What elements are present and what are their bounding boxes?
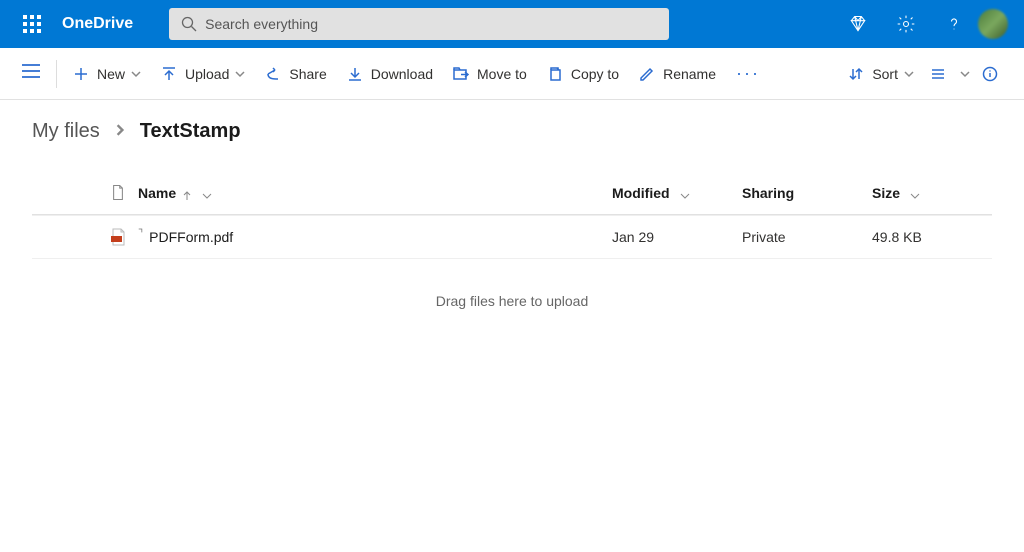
chevron-down-icon [235,69,245,79]
pdf-file-icon [98,228,138,246]
moveto-button[interactable]: Move to [443,58,537,90]
sort-button[interactable]: Sort [838,58,924,90]
copyto-button[interactable]: Copy to [537,58,629,90]
view-options-button[interactable] [924,58,976,90]
settings-icon[interactable] [882,0,930,48]
new-button[interactable]: New [63,58,151,90]
file-sharing: Private [742,229,872,245]
moveto-icon [453,66,469,82]
breadcrumb: My files TextStamp [32,120,992,143]
download-label: Download [371,66,433,82]
table-row[interactable]: ⌝ PDFForm.pdf Jan 29 Private 49.8 KB [32,215,992,259]
new-label: New [97,66,125,82]
app-launcher-icon[interactable] [8,0,56,48]
file-size: 49.8 KB [872,229,992,245]
search-input[interactable]: Search everything [169,8,669,40]
rename-icon [639,66,655,82]
search-icon [181,16,197,32]
new-indicator-icon: ⌝ [138,227,143,240]
breadcrumb-current: TextStamp [140,120,241,143]
sort-ascending-icon [182,188,192,198]
chevron-down-icon [910,188,920,198]
file-name[interactable]: PDFForm.pdf [149,229,233,245]
download-icon [347,66,363,82]
upload-icon [161,66,177,82]
chevron-down-icon [131,69,141,79]
upload-label: Upload [185,66,229,82]
chevron-right-icon [114,123,126,141]
info-button[interactable] [976,58,1012,90]
column-size[interactable]: Size [872,185,992,201]
table-header: Name Modified Sharing Size [32,171,992,215]
drag-hint: Drag files here to upload [32,259,992,343]
sort-label: Sort [872,66,898,82]
upload-button[interactable]: Upload [151,58,255,90]
column-name[interactable]: Name [138,185,612,201]
download-button[interactable]: Download [337,58,443,90]
copyto-label: Copy to [571,66,619,82]
content-area: My files TextStamp Name Modified Sharing [0,100,1024,552]
premium-icon[interactable] [834,0,882,48]
search-placeholder: Search everything [205,16,318,32]
divider [56,60,57,88]
menu-toggle-icon[interactable] [12,63,50,84]
copyto-icon [547,66,563,82]
share-label: Share [289,66,326,82]
chevron-down-icon [904,69,914,79]
chevron-down-icon [202,188,212,198]
column-modified[interactable]: Modified [612,185,742,201]
chevron-down-icon [680,188,690,198]
column-sharing[interactable]: Sharing [742,185,872,201]
brand-label[interactable]: OneDrive [62,15,133,33]
file-type-column-icon[interactable] [98,184,138,201]
plus-icon [73,66,89,82]
account-avatar[interactable] [978,9,1008,39]
share-button[interactable]: Share [255,58,336,90]
more-actions-button[interactable]: ··· [726,63,770,84]
sort-icon [848,66,864,82]
rename-label: Rename [663,66,716,82]
help-icon[interactable] [930,0,978,48]
rename-button[interactable]: Rename [629,58,726,90]
header-bar: OneDrive Search everything [0,0,1024,48]
file-modified: Jan 29 [612,229,742,245]
command-bar: New Upload Share Download Move to Copy t… [0,48,1024,100]
share-icon [265,66,281,82]
moveto-label: Move to [477,66,527,82]
list-view-icon [930,66,946,82]
file-table: Name Modified Sharing Size ⌝ [32,171,992,259]
chevron-down-icon [960,69,970,79]
info-icon [982,66,998,82]
breadcrumb-parent[interactable]: My files [32,120,100,143]
